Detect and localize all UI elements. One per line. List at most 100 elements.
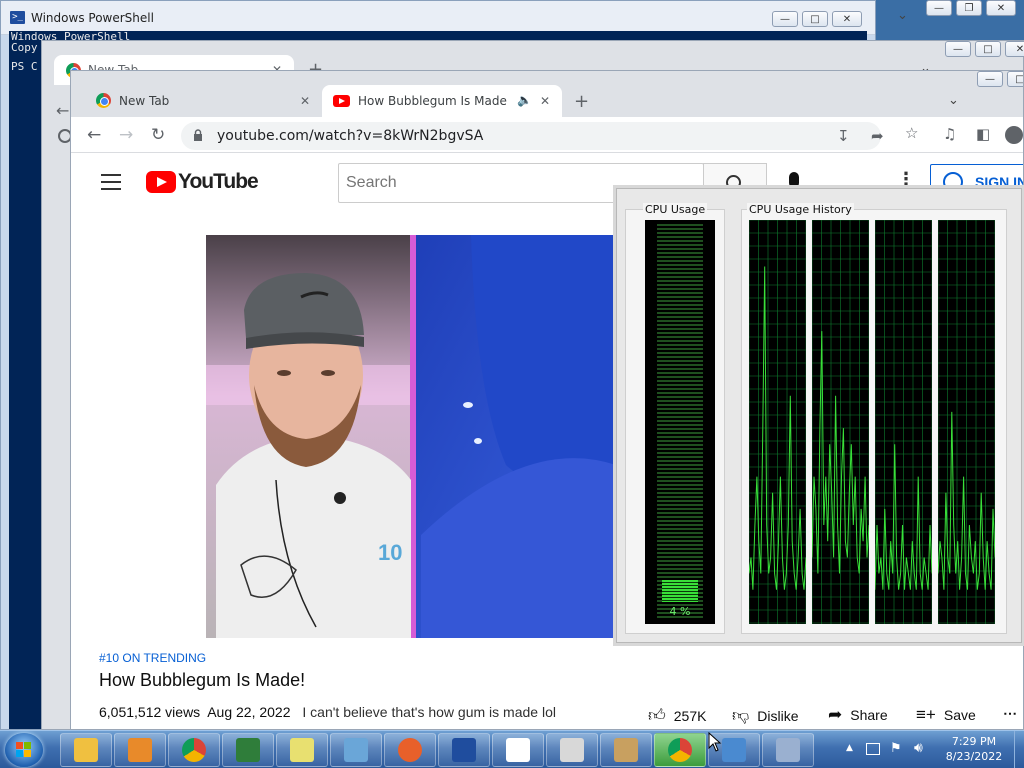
- back-arrow-icon[interactable]: ←: [56, 101, 69, 120]
- new-tab-button[interactable]: +: [574, 91, 589, 112]
- taskbar-button[interactable]: [276, 733, 328, 767]
- volume-icon[interactable]: 🔊︎: [914, 740, 923, 756]
- action-center-icon[interactable]: ⚑: [890, 741, 902, 756]
- media-control-icon[interactable]: ♫: [943, 125, 956, 143]
- more-actions-icon[interactable]: ⋯: [1003, 705, 1017, 722]
- restore-button[interactable]: ❐: [956, 0, 982, 16]
- install-icon[interactable]: ↧: [837, 127, 850, 145]
- taskbar-button[interactable]: [762, 733, 814, 767]
- video-meta: 6,051,512 views Aug 22, 2022 I can't bel…: [99, 704, 556, 720]
- tab-youtube[interactable]: How Bubblegum Is Made! - Y 🔈 ✕: [322, 85, 562, 117]
- video-player[interactable]: 10: [206, 235, 616, 638]
- close-button[interactable]: ✕: [832, 11, 862, 27]
- close-button[interactable]: ✕: [986, 0, 1016, 16]
- youtube-logo-icon[interactable]: [146, 171, 176, 193]
- firefox-icon: [398, 738, 422, 762]
- taskbar-button[interactable]: [384, 733, 436, 767]
- tray-expand-icon[interactable]: ▲: [846, 743, 853, 753]
- cpu-meter-gadget[interactable]: CPU Usage 4 % CPU Usage History: [616, 188, 1022, 643]
- more-options-icon[interactable]: ⋮: [897, 169, 915, 190]
- maximize-button[interactable]: □: [802, 11, 828, 27]
- save-button[interactable]: ≡+ Save: [916, 705, 976, 725]
- control-panel-icon: [722, 738, 746, 762]
- on-screen-keyboard-icon: [776, 738, 800, 762]
- speaker-icon[interactable]: 🔈: [517, 93, 532, 107]
- microphone-icon[interactable]: [789, 172, 799, 188]
- cpu-history-graph-1: [749, 220, 806, 624]
- hamburger-menu-icon[interactable]: [101, 174, 121, 195]
- youtube-icon: [333, 95, 350, 107]
- profile-avatar-icon[interactable]: [1005, 126, 1023, 144]
- video-description[interactable]: I can't believe that's how gum is made l…: [302, 704, 556, 720]
- share-button[interactable]: ➦ Share: [828, 705, 888, 725]
- chrome-icon: [182, 738, 206, 762]
- close-tab-icon[interactable]: ✕: [300, 94, 310, 108]
- clock[interactable]: 7:29 PM 8/23/2022: [938, 734, 1010, 764]
- thumbs-down-icon: 👎︎: [732, 706, 750, 725]
- show-desktop-button[interactable]: [1014, 731, 1024, 768]
- browser-toolbar: ← → ↻ youtube.com/watch?v=8kWrN2bgvSA ↧ …: [71, 117, 1023, 153]
- powershell-titlebar[interactable]: >_ Windows PowerShell — □ ✕: [1, 1, 875, 35]
- taskbar-button[interactable]: [600, 733, 652, 767]
- taskbar-button[interactable]: [114, 733, 166, 767]
- taskbar-button[interactable]: [168, 733, 220, 767]
- trending-badge[interactable]: #10 ON TRENDING: [99, 651, 206, 665]
- network-icon[interactable]: [866, 743, 880, 755]
- taskbar: ▲ ⚑ 🔊︎ 7:29 PM 8/23/2022: [0, 730, 1024, 768]
- clock-date: 8/23/2022: [945, 750, 1003, 763]
- mouse-cursor-icon: [708, 732, 722, 752]
- view-count: 6,051,512 views: [99, 704, 201, 720]
- taskbar-button[interactable]: [546, 733, 598, 767]
- windows-logo-icon: [16, 742, 23, 749]
- notepad-icon: [344, 738, 368, 762]
- cpu-usage-label: CPU Usage: [643, 203, 708, 216]
- start-button[interactable]: [5, 733, 43, 767]
- like-button[interactable]: 👍︎ 257K: [648, 705, 706, 726]
- close-tab-icon[interactable]: ✕: [540, 94, 550, 108]
- share-icon[interactable]: ➦: [871, 127, 884, 145]
- taskbar-button[interactable]: [438, 733, 490, 767]
- sticky-notes-icon: [290, 738, 314, 762]
- maximize-button[interactable]: □: [1007, 71, 1023, 87]
- media-player-icon: [128, 738, 152, 762]
- reload-icon[interactable]: ↻: [151, 125, 165, 145]
- minimize-button[interactable]: —: [926, 0, 952, 16]
- close-button[interactable]: ✕: [1005, 41, 1024, 57]
- dislike-button[interactable]: 👎︎ Dislike: [732, 705, 799, 726]
- side-panel-icon[interactable]: ◧: [976, 125, 990, 143]
- taskbar-button[interactable]: [654, 733, 706, 767]
- maximize-button[interactable]: □: [975, 41, 1001, 57]
- explorer-icon: [74, 738, 98, 762]
- taskbar-apps: [60, 733, 814, 767]
- video-frame: 10: [206, 235, 616, 638]
- star-icon[interactable]: ☆: [905, 124, 918, 142]
- like-count: 257K: [673, 707, 707, 724]
- minimize-button[interactable]: —: [772, 11, 798, 27]
- taskbar-button[interactable]: [330, 733, 382, 767]
- minimize-button[interactable]: —: [977, 71, 1003, 87]
- address-bar[interactable]: youtube.com/watch?v=8kWrN2bgvSA ↧ ➦: [181, 122, 884, 150]
- svg-text:10: 10: [378, 540, 402, 565]
- youtube-logo-text[interactable]: YouTube: [178, 170, 259, 194]
- minimize-button[interactable]: —: [945, 41, 971, 57]
- chrome-icon: [96, 93, 111, 108]
- taskbar-button[interactable]: [222, 733, 274, 767]
- playlist-add-icon: ≡+: [916, 705, 936, 724]
- lock-icon: [194, 129, 202, 141]
- thumbs-up-icon: 👍︎: [648, 706, 666, 725]
- tab-label: How Bubblegum Is Made! - Y: [358, 94, 508, 108]
- tab-label: New Tab: [119, 94, 170, 108]
- cpu-history-label: CPU Usage History: [747, 203, 854, 216]
- chevron-down-icon[interactable]: ⌄: [948, 93, 959, 108]
- cpu-bar-grid: [651, 224, 709, 620]
- chevron-down-icon[interactable]: ⌄: [897, 8, 908, 23]
- save-label: Save: [943, 707, 976, 723]
- tab-new-tab[interactable]: New Tab ✕: [81, 85, 321, 117]
- chrome-caption-buttons: — □: [977, 71, 1023, 87]
- share-label: Share: [850, 707, 888, 723]
- chrome-caption-buttons: — □ ✕: [945, 41, 1024, 57]
- back-arrow-icon[interactable]: ←: [87, 125, 101, 145]
- taskbar-button[interactable]: [60, 733, 112, 767]
- taskbar-button[interactable]: [492, 733, 544, 767]
- forward-arrow-icon[interactable]: →: [119, 125, 133, 145]
